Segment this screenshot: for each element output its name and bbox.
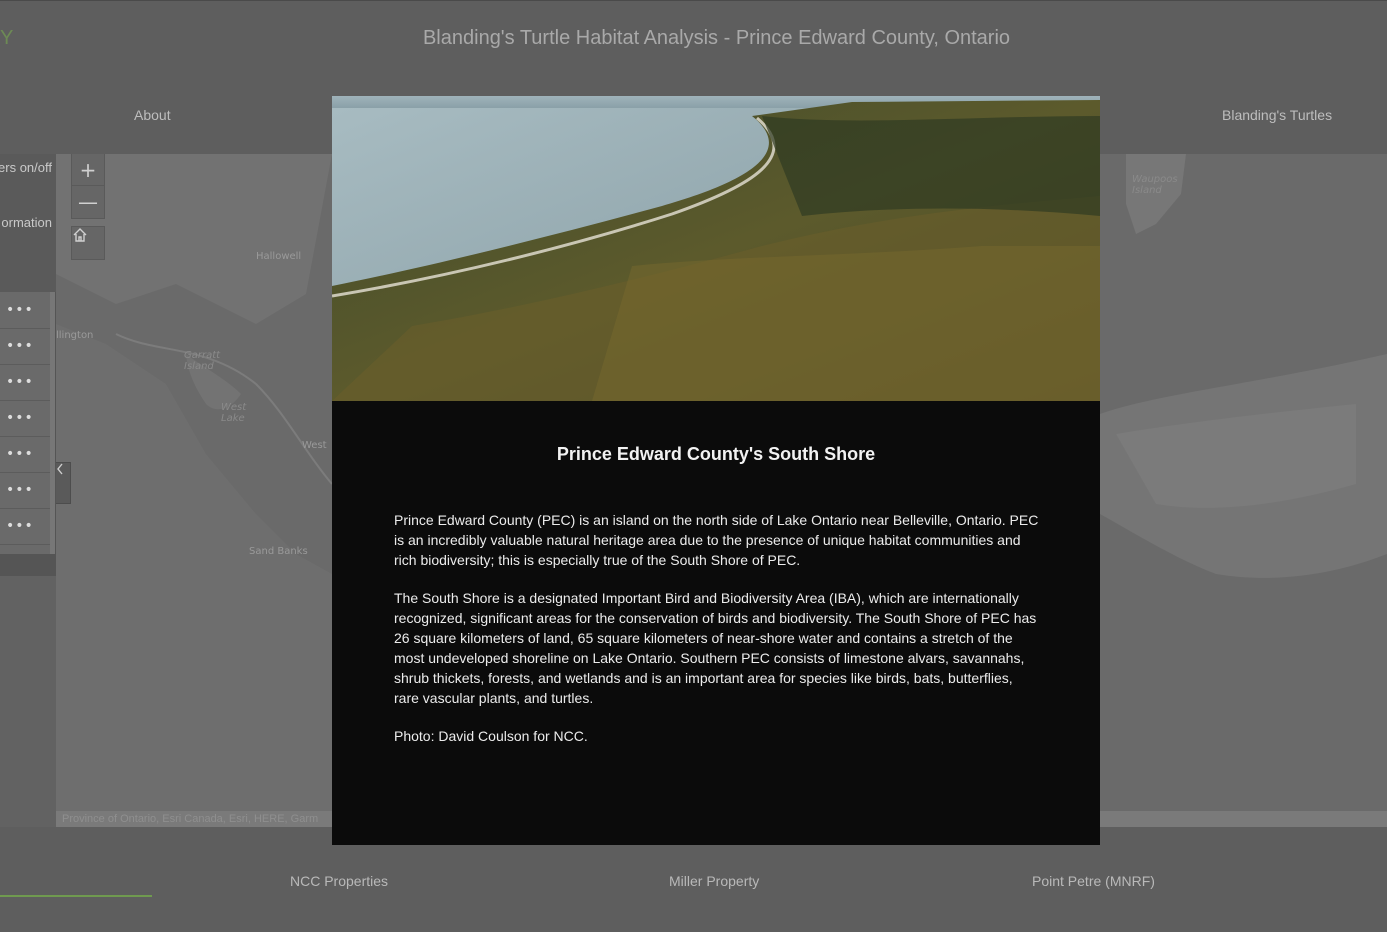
layer-panel-header: ers on/off ormation <box>0 154 56 292</box>
map-label-west: West <box>302 440 327 451</box>
minus-icon: — <box>78 190 98 214</box>
layer-list-body: ••• ••• ••• ••• ••• ••• ••• <box>0 292 50 554</box>
plus-icon: + <box>79 158 97 182</box>
layer-row[interactable]: ••• <box>0 364 50 401</box>
modal-paragraph: Prince Edward County (PEC) is an island … <box>394 512 1039 568</box>
layer-row[interactable]: ••• <box>0 328 50 365</box>
layer-row[interactable]: ••• <box>0 436 50 473</box>
map-label-garratt-island: Garratt Island <box>184 350 221 372</box>
nav-blandings-turtles[interactable]: Blanding's Turtles <box>1222 107 1332 123</box>
layer-row[interactable]: ••• <box>0 508 50 545</box>
more-options-icon[interactable]: ••• <box>6 447 34 461</box>
modal-paragraph: The South Shore is a designated Importan… <box>394 590 1037 706</box>
layer-panel-footer <box>0 576 56 827</box>
more-options-icon[interactable]: ••• <box>6 483 34 497</box>
aerial-shoreline-image <box>332 96 1100 401</box>
app-title: Blanding's Turtle Habitat Analysis - Pri… <box>422 27 1011 49</box>
tab-point-petre[interactable]: Point Petre (MNRF) <box>1032 873 1155 889</box>
map-label-waupoos-island: Waupoos Island <box>1132 174 1178 196</box>
layer-list: ••• ••• ••• ••• ••• ••• ••• <box>0 292 56 576</box>
chevron-left-icon <box>57 463 63 475</box>
home-button[interactable] <box>71 226 105 260</box>
more-options-icon[interactable]: ••• <box>6 303 34 317</box>
layer-row[interactable]: ••• <box>0 292 50 329</box>
zoom-out-button[interactable]: — <box>71 185 105 219</box>
layers-toggle-label[interactable]: ers on/off <box>0 160 52 175</box>
tab-miller-property[interactable]: Miller Property <box>669 873 759 889</box>
more-options-icon[interactable]: ••• <box>6 339 34 353</box>
more-options-icon[interactable]: ••• <box>6 411 34 425</box>
home-icon <box>73 228 87 242</box>
more-options-icon[interactable]: ••• <box>6 519 34 533</box>
map-label-sand-banks: Sand Banks <box>249 546 308 557</box>
photo-credit: Photo: David Coulson for NCC. <box>394 728 588 744</box>
layer-row[interactable]: ••• <box>0 472 50 509</box>
south-shore-photo <box>332 96 1100 401</box>
map-label-hallowell: Hallowell <box>256 251 302 262</box>
more-options-icon[interactable]: ••• <box>6 375 34 389</box>
layer-panel: ers on/off ormation ••• ••• ••• ••• ••• … <box>0 154 56 827</box>
map-label-wellington: llington <box>56 330 94 341</box>
modal-body: Prince Edward County (PEC) is an island … <box>394 510 1040 764</box>
layer-list-scrollbar[interactable] <box>50 292 55 554</box>
modal-title: Prince Edward County's South Shore <box>556 444 876 464</box>
information-label[interactable]: ormation <box>1 215 52 230</box>
active-tab-indicator <box>0 895 152 897</box>
layer-row[interactable]: ••• <box>0 400 50 437</box>
map-label-west-lake: West Lake <box>221 402 247 424</box>
nav-about[interactable]: About <box>134 107 171 123</box>
tab-ncc-properties[interactable]: NCC Properties <box>290 873 388 889</box>
splash-modal: Prince Edward County's South Shore Princ… <box>332 96 1100 845</box>
collapse-panel-button[interactable] <box>56 462 71 504</box>
zoom-in-button[interactable]: + <box>71 154 105 187</box>
